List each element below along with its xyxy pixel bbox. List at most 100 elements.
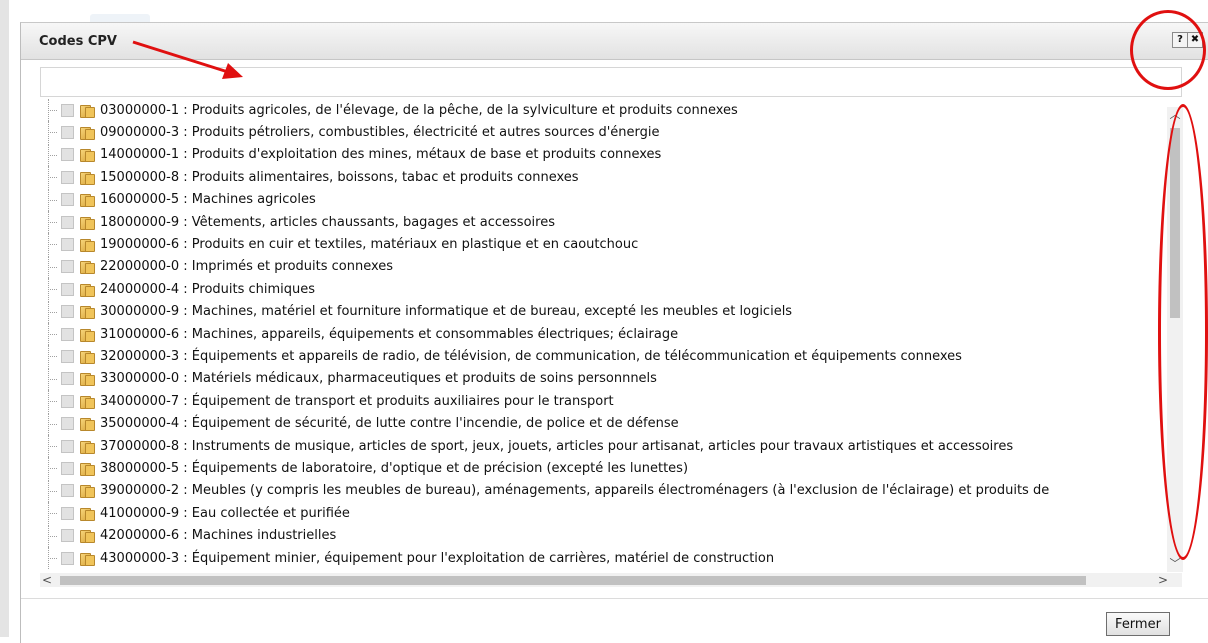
folder-icon <box>80 552 95 566</box>
tree-item[interactable]: 43000000-3 : Équipement minier, équipeme… <box>43 547 774 569</box>
tree-item-label[interactable]: 39000000-2 : Meubles (y compris les meub… <box>100 483 1049 498</box>
tree-item[interactable]: 18000000-9 : Vêtements, articles chaussa… <box>43 211 555 233</box>
tree-item[interactable]: 42000000-6 : Machines industrielles <box>43 524 336 547</box>
tree-item-checkbox[interactable] <box>61 103 74 117</box>
tree-item-checkbox[interactable] <box>61 372 74 386</box>
tree-item-checkbox[interactable] <box>61 125 74 139</box>
folder-icon <box>80 350 95 364</box>
tree-connector <box>43 323 57 345</box>
tree-connector <box>43 479 57 502</box>
tree-connector <box>43 524 57 547</box>
tree-item-checkbox[interactable] <box>61 506 74 520</box>
vertical-scrollbar[interactable]: ︿ ﹀ <box>1167 107 1183 572</box>
search-input[interactable] <box>40 67 1182 97</box>
tree-item[interactable]: 03000000-1 : Produits agricoles, de l'él… <box>43 99 738 121</box>
tree-item[interactable]: 38000000-5 : Équipements de laboratoire,… <box>43 457 688 480</box>
tree-item-label[interactable]: 37000000-8 : Instruments de musique, art… <box>100 439 1013 454</box>
folder-icon <box>80 148 95 163</box>
tree-item-checkbox[interactable] <box>61 215 74 229</box>
tree-item-checkbox[interactable] <box>61 305 74 319</box>
tree-connector <box>43 367 57 390</box>
folder-icon <box>80 171 95 185</box>
tree-item-label[interactable]: 34000000-7 : Équipement de transport et … <box>100 394 614 409</box>
tree-connector <box>43 390 57 413</box>
tree-item[interactable]: 22000000-0 : Imprimés et produits connex… <box>43 255 393 278</box>
tree-item-label[interactable]: 18000000-9 : Vêtements, articles chaussa… <box>100 215 555 230</box>
tree-item[interactable]: 39000000-2 : Meubles (y compris les meub… <box>43 479 1049 502</box>
tree-item[interactable]: 30000000-9 : Machines, matériel et fourn… <box>43 300 792 323</box>
tree-item-checkbox[interactable] <box>61 394 74 408</box>
tree-item[interactable]: 24000000-4 : Produits chimiques <box>43 278 315 301</box>
chevron-up-icon[interactable]: ︿ <box>1167 107 1183 123</box>
tree-item-checkbox[interactable] <box>61 193 74 207</box>
help-icon[interactable]: ? <box>1172 32 1188 48</box>
folder-icon <box>80 372 95 387</box>
tree-item-label[interactable]: 35000000-4 : Équipement de sécurité, de … <box>100 416 679 431</box>
tree-item[interactable]: 15000000-8 : Produits alimentaires, bois… <box>43 166 579 189</box>
tree-item[interactable]: 16000000-5 : Machines agricoles <box>43 188 316 211</box>
horizontal-scrollbar[interactable]: < > <box>40 573 1182 587</box>
tree-connector <box>43 166 57 189</box>
tree-item-label[interactable]: 19000000-6 : Produits en cuir et textile… <box>100 237 638 252</box>
tree-connector <box>43 345 57 368</box>
tree-item-checkbox[interactable] <box>61 170 74 184</box>
tree-item-label[interactable]: 43000000-3 : Équipement minier, équipeme… <box>100 551 774 566</box>
tree-item[interactable]: 32000000-3 : Équipements et appareils de… <box>43 345 962 368</box>
tree-item-checkbox[interactable] <box>61 349 74 363</box>
tree-item-label[interactable]: 31000000-6 : Machines, appareils, équipe… <box>100 327 678 342</box>
tree-connector <box>43 278 57 301</box>
folder-icon <box>80 462 95 476</box>
close-icon[interactable]: ✖ <box>1187 32 1203 48</box>
folder-icon <box>80 305 95 320</box>
tree-item[interactable]: 19000000-6 : Produits en cuir et textile… <box>43 233 638 256</box>
tree-item-label[interactable]: 22000000-0 : Imprimés et produits connex… <box>100 259 393 274</box>
tree-item[interactable]: 33000000-0 : Matériels médicaux, pharmac… <box>43 367 657 390</box>
tree-item-checkbox[interactable] <box>61 417 74 431</box>
tree-item-checkbox[interactable] <box>61 148 74 162</box>
folder-icon <box>80 484 95 499</box>
tree-item-checkbox[interactable] <box>61 484 74 498</box>
tree-item[interactable]: 41000000-9 : Eau collectée et purifiée <box>43 502 350 525</box>
chevron-right-icon[interactable]: > <box>1158 573 1168 587</box>
tree-item-label[interactable]: 16000000-5 : Machines agricoles <box>100 192 316 207</box>
tree-item-label[interactable]: 14000000-1 : Produits d'exploitation des… <box>100 147 661 162</box>
vertical-scroll-thumb[interactable] <box>1170 128 1180 318</box>
horizontal-scroll-thumb[interactable] <box>60 576 1086 585</box>
tree-item[interactable]: 14000000-1 : Produits d'exploitation des… <box>43 143 661 166</box>
tree-item[interactable]: 09000000-3 : Produits pétroliers, combus… <box>43 121 660 144</box>
chevron-down-icon[interactable]: ﹀ <box>1167 556 1183 572</box>
tree-item-label[interactable]: 24000000-4 : Produits chimiques <box>100 282 315 297</box>
folder-icon <box>80 260 95 275</box>
folder-icon <box>80 395 95 409</box>
footer-divider <box>21 598 1208 599</box>
dialog-titlebar[interactable]: Codes CPV ? ✖ <box>21 23 1208 60</box>
tree-item-label[interactable]: 42000000-6 : Machines industrielles <box>100 528 336 543</box>
chevron-left-icon[interactable]: < <box>42 573 52 587</box>
tree-connector <box>43 412 57 435</box>
tree-item[interactable]: 34000000-7 : Équipement de transport et … <box>43 390 614 413</box>
tree-item-label[interactable]: 15000000-8 : Produits alimentaires, bois… <box>100 170 579 185</box>
tree-item-checkbox[interactable] <box>61 327 74 341</box>
tree-connector <box>43 99 57 121</box>
tree-item-label[interactable]: 09000000-3 : Produits pétroliers, combus… <box>100 125 660 140</box>
tree-item-checkbox[interactable] <box>61 461 74 475</box>
tree-item-label[interactable]: 32000000-3 : Équipements et appareils de… <box>100 349 962 364</box>
tree-item-checkbox[interactable] <box>61 237 74 251</box>
tree-item[interactable]: 37000000-8 : Instruments de musique, art… <box>43 435 1013 457</box>
tree-item[interactable]: 31000000-6 : Machines, appareils, équipe… <box>43 323 678 345</box>
tree-connector <box>43 457 57 480</box>
tree-item-label[interactable]: 30000000-9 : Machines, matériel et fourn… <box>100 304 792 319</box>
tree-item-label[interactable]: 33000000-0 : Matériels médicaux, pharmac… <box>100 371 657 386</box>
tree-item-checkbox[interactable] <box>61 439 74 453</box>
tree-item-label[interactable]: 03000000-1 : Produits agricoles, de l'él… <box>100 103 738 118</box>
tree-item[interactable]: 35000000-4 : Équipement de sécurité, de … <box>43 412 679 435</box>
tree-item-label[interactable]: 38000000-5 : Équipements de laboratoire,… <box>100 461 688 476</box>
folder-icon <box>80 193 95 208</box>
tree-item-checkbox[interactable] <box>61 282 74 296</box>
tree-item-checkbox[interactable] <box>61 260 74 274</box>
tree-item-checkbox[interactable] <box>61 529 74 543</box>
close-button[interactable]: Fermer <box>1106 612 1170 636</box>
tree-item-checkbox[interactable] <box>61 551 74 565</box>
background-tab <box>90 14 150 22</box>
tree-item-label[interactable]: 41000000-9 : Eau collectée et purifiée <box>100 506 350 521</box>
